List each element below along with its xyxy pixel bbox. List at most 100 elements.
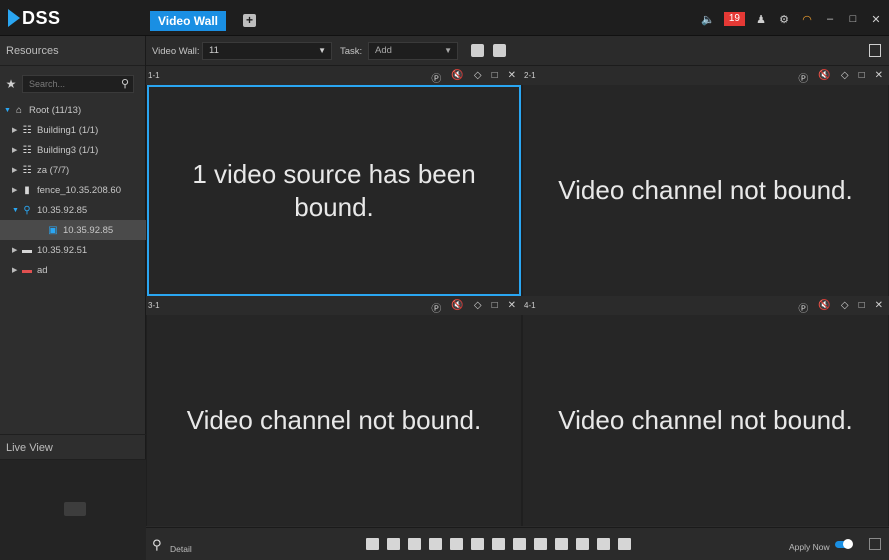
save-icon[interactable]	[471, 44, 484, 57]
favorites-star-icon[interactable]: ★	[0, 77, 22, 91]
pane-controls: Ⓟ 🔇 ◇ □ ✕	[798, 300, 883, 315]
pane-header: 4-1 Ⓟ 🔇 ◇ □ ✕	[522, 297, 889, 315]
layout-3x3-icon[interactable]	[408, 538, 421, 550]
tree-item-ad[interactable]: ▶ ▬ ad	[0, 260, 146, 280]
target-icon[interactable]: ◇	[841, 70, 849, 85]
task-list-icon[interactable]	[869, 44, 881, 57]
mute-icon[interactable]: 🔇	[818, 300, 830, 315]
layout-tools	[366, 538, 631, 550]
pane-id: 4-1	[524, 301, 536, 310]
wall-pane-1-1[interactable]: 1-1 Ⓟ 🔇 ◇ □ ✕ 1 video source has been bo…	[146, 67, 522, 296]
close-icon[interactable]: ✕	[869, 12, 883, 26]
tree-item-device-10-35-92-85[interactable]: ▼ ⚲ 10.35.92.85	[0, 200, 146, 220]
layout-1x1-icon[interactable]	[366, 538, 379, 550]
tree-item-label: 10.35.92.85	[37, 204, 88, 216]
tree-item-root[interactable]: ▼ ⌂ Root (11/13)	[0, 100, 146, 120]
tree-item-building1[interactable]: ▶ ☷ Building1 (1/1)	[0, 120, 146, 140]
mute-icon[interactable]: 🔇	[451, 70, 463, 85]
org-node-icon: ☷	[22, 144, 32, 156]
close-icon[interactable]: ✕	[508, 300, 516, 315]
save-as-icon[interactable]	[493, 44, 506, 57]
wall-pane-3-1[interactable]: 3-1 Ⓟ 🔇 ◇ □ ✕ Video channel not bound.	[146, 297, 522, 526]
tree-item-device-10-35-92-51[interactable]: ▶ ▬ 10.35.92.51	[0, 240, 146, 260]
target-icon[interactable]: ◇	[841, 300, 849, 315]
video-wall-value: 11	[209, 45, 219, 56]
detail-label[interactable]: Detail	[170, 544, 192, 554]
lock-icon[interactable]	[555, 538, 568, 550]
chevron-down-icon: ▼	[318, 46, 326, 55]
wall-pane-4-1[interactable]: 4-1 Ⓟ 🔇 ◇ □ ✕ Video channel not bound.	[522, 297, 889, 526]
video-wall-select[interactable]: 11 ▼	[202, 42, 332, 60]
tree-item-za[interactable]: ▶ ☷ za (7/7)	[0, 160, 146, 180]
minimize-icon[interactable]: –	[823, 12, 837, 26]
gear-icon[interactable]: ⚙	[777, 12, 791, 26]
resources-panel: Resources ★ Search... ⚲ ▼ ⌂ Root (11/13)…	[0, 36, 146, 560]
apply-now-toggle[interactable]	[835, 539, 853, 549]
wall-pane-2-1[interactable]: 2-1 Ⓟ 🔇 ◇ □ ✕ Video channel not bound.	[522, 67, 889, 296]
search-input[interactable]: Search... ⚲	[22, 75, 134, 93]
tree-item-channel-10-35-92-85[interactable]: ▣ 10.35.92.85	[0, 220, 146, 240]
tree-item-building3[interactable]: ▶ ☷ Building3 (1/1)	[0, 140, 146, 160]
expand-arrow-icon[interactable]: ▶	[12, 166, 20, 174]
pane-id: 2-1	[524, 71, 536, 80]
screen-icon[interactable]	[618, 538, 631, 550]
expand-arrow-icon[interactable]: ▼	[4, 107, 12, 114]
maximize-icon[interactable]: □	[846, 12, 860, 26]
custom-layout-icon[interactable]	[492, 538, 505, 550]
split-icon[interactable]	[576, 538, 589, 550]
maximize-icon[interactable]: □	[492, 70, 498, 85]
logo-text: DSS	[22, 7, 61, 28]
stream-icon[interactable]: Ⓟ	[431, 300, 441, 315]
expand-arrow-icon[interactable]: ▶	[12, 126, 20, 134]
expand-arrow-icon[interactable]: ▶	[12, 146, 20, 154]
task-label: Task:	[340, 46, 363, 57]
maximize-icon[interactable]: □	[859, 70, 865, 85]
tree-item-label: 10.35.92.51	[37, 244, 88, 256]
camera-placeholder-icon	[64, 502, 86, 516]
app-logo: DSS	[8, 8, 61, 28]
tree-item-label: fence_10.35.208.60	[37, 184, 121, 196]
alarm-count-badge[interactable]: 19	[723, 12, 745, 26]
device-icon: ▮	[24, 184, 30, 196]
pane-id: 1-1	[148, 71, 160, 80]
stream-icon[interactable]: Ⓟ	[431, 70, 441, 85]
layout-4x4-icon[interactable]	[429, 538, 442, 550]
fullscreen-icon[interactable]	[869, 538, 881, 550]
mute-icon[interactable]: 🔇	[818, 70, 830, 85]
video-wall-config-bar: Video Wall: 11 ▼ Task: Add ▼	[146, 36, 889, 66]
pane-controls: Ⓟ 🔇 ◇ □ ✕	[431, 300, 516, 315]
target-icon[interactable]: ◇	[474, 70, 482, 85]
pane-header: 2-1 Ⓟ 🔇 ◇ □ ✕	[522, 67, 889, 85]
tab-video-wall[interactable]: Video Wall	[150, 11, 226, 31]
rotate-icon[interactable]	[534, 538, 547, 550]
live-view-area[interactable]	[0, 460, 146, 560]
maximize-icon[interactable]: □	[859, 300, 865, 315]
close-icon[interactable]: ✕	[875, 300, 883, 315]
layout-2x2-icon[interactable]	[387, 538, 400, 550]
maximize-icon[interactable]: □	[492, 300, 498, 315]
layout-64-icon[interactable]	[471, 538, 484, 550]
target-icon[interactable]: ◇	[474, 300, 482, 315]
expand-arrow-icon[interactable]: ▶	[12, 246, 20, 254]
swap-icon[interactable]	[597, 538, 610, 550]
expand-arrow-icon[interactable]: ▶	[12, 186, 20, 194]
tree-layout-icon[interactable]	[513, 538, 526, 550]
speaker-icon[interactable]: 🔈	[701, 12, 715, 26]
expand-arrow-icon[interactable]: ▶	[12, 266, 20, 274]
add-tab-button[interactable]: +	[243, 14, 256, 27]
close-icon[interactable]: ✕	[875, 70, 883, 85]
stream-icon[interactable]: Ⓟ	[798, 300, 808, 315]
signal-icon[interactable]: ◠	[800, 12, 814, 26]
video-wall-label: Video Wall:	[152, 46, 200, 57]
tree-item-fence[interactable]: ▶ ▮ fence_10.35.208.60	[0, 180, 146, 200]
mute-icon[interactable]: 🔇	[451, 300, 463, 315]
search-icon[interactable]: ⚲	[121, 77, 129, 90]
close-icon[interactable]: ✕	[508, 70, 516, 85]
layout-36-icon[interactable]	[450, 538, 463, 550]
stream-icon[interactable]: Ⓟ	[798, 70, 808, 85]
user-icon[interactable]: ♟	[754, 12, 768, 26]
expand-arrow-icon[interactable]: ▼	[12, 207, 20, 214]
device-tree: ▼ ⌂ Root (11/13) ▶ ☷ Building1 (1/1) ▶ ☷…	[0, 100, 146, 280]
task-select[interactable]: Add ▼	[368, 42, 458, 60]
location-pin-icon[interactable]: ⚲	[152, 537, 162, 552]
